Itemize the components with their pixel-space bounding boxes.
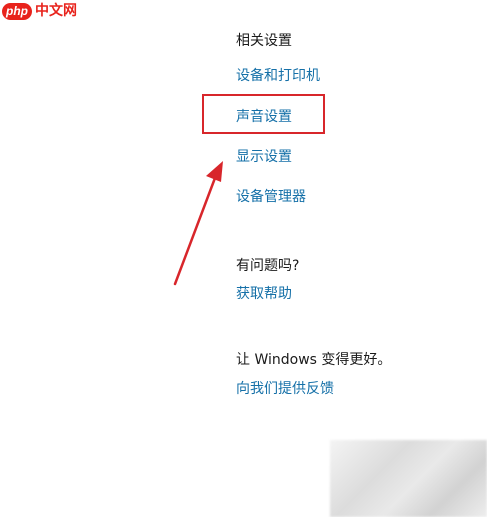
watermark-logo-badge: php <box>2 2 32 20</box>
give-feedback-link[interactable]: 向我们提供反馈 <box>236 380 334 398</box>
annotation-highlight-box <box>202 94 325 134</box>
help-heading: 有问题吗? <box>236 258 300 274</box>
related-settings-heading: 相关设置 <box>236 33 292 49</box>
site-watermark: php 中文网 <box>2 1 77 21</box>
blurred-region <box>330 440 487 517</box>
feedback-heading: 让 Windows 变得更好。 <box>236 352 392 368</box>
device-manager-link[interactable]: 设备管理器 <box>236 188 306 206</box>
watermark-logo-text: 中文网 <box>35 3 77 19</box>
display-settings-link[interactable]: 显示设置 <box>236 148 292 166</box>
devices-printers-link[interactable]: 设备和打印机 <box>236 67 320 85</box>
get-help-link[interactable]: 获取帮助 <box>236 285 292 303</box>
